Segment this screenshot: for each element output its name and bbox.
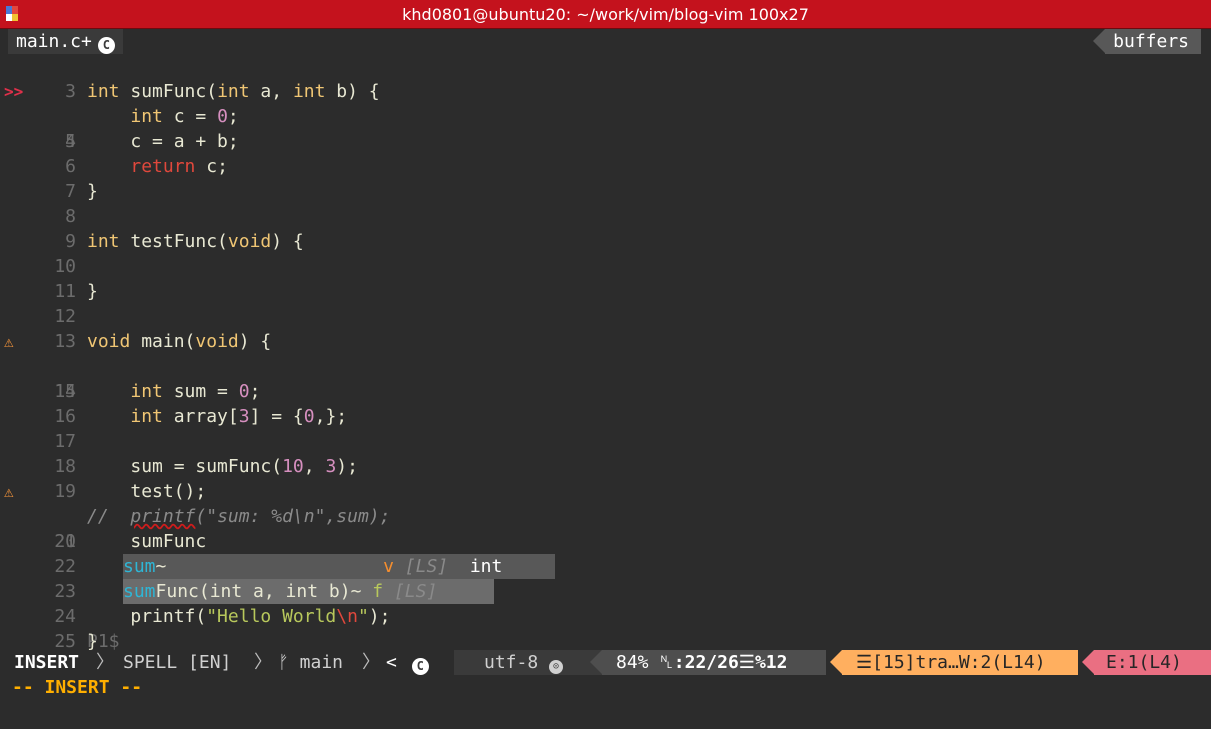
code-line: 25 printf("Hello World\n"); [0,604,1211,652]
code-line: 7 return c; [0,154,1211,202]
line-text: int c = 0; [130,106,239,127]
line-text: printf("Hello World\n"); [130,606,391,627]
code-line: ⚠ 20 test(); [0,479,1211,552]
code-line: 5 int c = 0; [0,104,1211,152]
warning-sign-icon[interactable]: ⚠ [4,329,30,354]
tab-main-c[interactable]: main.c+ C [8,29,123,54]
window-title: khd0801@ubuntu20: ~/work/vim/blog-vim 10… [402,5,809,24]
code-line: 8 } [0,179,1211,227]
fileformat-indicator: < C [386,650,429,675]
comment-text: // printf("sum: %d\n",sum); [87,506,391,527]
completion-item[interactable]: sum~ v [LS] int [123,554,555,579]
code-line: 23 sum~ v [LS] int [0,554,1211,602]
trailing-whitespace-icon: ☰ [856,652,873,673]
separator-icon: 〉 [254,652,272,673]
line-text: int testFunc(void) { [87,231,304,252]
cursor-position: 84% ␤:22/26☰%12 [590,650,826,675]
code-line: >> 4 int sumFunc(int a, int b) { [0,79,1211,152]
code-line: 21 // printf("sum: %d\n",sum); [0,504,1211,552]
line-text: int sum = 0; [130,381,261,402]
code-line: 9 [0,204,1211,252]
line-text: c = a + b; [130,131,239,152]
line-text: int sumFunc(int a, int b) { [87,81,380,102]
spell-indicator: SPELL [EN] [123,652,232,673]
line-text: sumFunc [130,531,207,552]
code-line: 6 c = a + b; [0,129,1211,177]
encoding-indicator: utf-8 ⊙ [454,650,606,675]
status-line: INSERT 〉 SPELL [EN] 〉 ᚠ main 〉 < C utf-8… [0,650,1211,675]
code-line: 12 } [0,279,1211,327]
warning-indicator[interactable]: ☰[15]tra…W:2(L14) [830,650,1078,675]
column-icon: ☰ [738,652,755,673]
git-branch-icon: ᚠ [278,652,289,673]
line-text: void main(void) { [87,331,272,352]
code-line: 13 [0,304,1211,352]
mode-indicator: INSERT [14,652,80,673]
command-line: -- INSERT -- [12,677,143,698]
line-text: return c; [130,156,228,177]
c-language-icon: C [97,37,115,54]
code-line: 15 [0,354,1211,402]
line-text: } [87,281,98,302]
line-number-icon: ␤ [659,652,674,673]
line-text: } [87,181,98,202]
tabline: main.c+ C buffers [0,29,1211,54]
code-line: ⚠ 14 void main(void) { [0,329,1211,402]
buffers-button[interactable]: buffers [1093,29,1201,54]
vim-terminal[interactable]: main.c+ C buffers 3 >> 4 int sumFunc(int … [0,29,1211,700]
line-text: sum = sumFunc(10, 3); [130,456,358,477]
code-line: 10 int testFunc(void) { [0,229,1211,277]
code-line: 11 [0,254,1211,302]
breakpoint-sign-icon[interactable]: >> [4,79,30,104]
warning-sign-icon[interactable]: ⚠ [4,479,30,504]
line-text: test(); [130,481,207,502]
code-line: 16 int sum = 0; [0,379,1211,427]
git-branch: ᚠ main [278,652,344,673]
code-editor[interactable]: 3 >> 4 int sumFunc(int a, int b) { 5 int… [0,54,1211,677]
spell-error: printf [130,506,196,527]
code-line: 24 P1$ sumFunc(int a, int b)~ f [LS] [0,579,1211,652]
completion-item-selected[interactable]: sumFunc(int a, int b)~ f [LS] [123,579,494,604]
separator-icon: 〉 [96,652,114,673]
code-line: 22 sumFunc [0,529,1211,577]
title-bar: khd0801@ubuntu20: ~/work/vim/blog-vim 10… [0,0,1211,29]
code-line: 3 [0,54,1211,102]
error-indicator[interactable]: E:1(L4) [1082,650,1211,675]
tab-label: main.c+ [16,31,92,52]
code-line: 17 int array[3] = {0,}; [0,404,1211,452]
encoding-icon: ⊙ [549,660,564,674]
line-text: int array[3] = {0,}; [130,406,348,427]
code-line: 18 [0,429,1211,477]
code-line: 19 sum = sumFunc(10, 3); [0,454,1211,502]
c-language-icon: C [411,658,429,675]
separator-icon: 〉 [362,652,380,673]
